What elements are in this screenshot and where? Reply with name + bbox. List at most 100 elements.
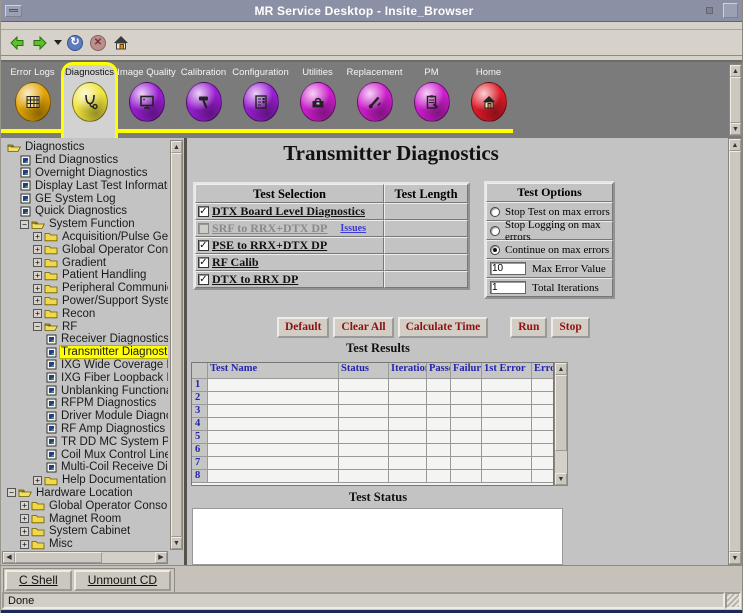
tree-item-help-documentation[interactable]: +Help Documentation	[3, 474, 168, 487]
plus-box-icon[interactable]: +	[20, 540, 29, 549]
tree-item-acquisition-pulse-generat[interactable]: +Acquisition/Pulse Generat	[3, 231, 168, 244]
tab-diagnostics[interactable]: Diagnostics	[61, 62, 118, 138]
checkbox-dtx-board-level-diagnostics[interactable]: ✓	[198, 206, 209, 217]
tree-item-multi-coil-receive-diag[interactable]: Multi-Coil Receive Diag	[3, 461, 168, 474]
plus-box-icon[interactable]: +	[33, 309, 42, 318]
test-link-pse-to-rrx-dtx-dp[interactable]: PSE to RRX+DTX DP	[212, 238, 327, 253]
input-max-error-value[interactable]	[490, 262, 526, 275]
scroll-up-icon[interactable]: ▲	[729, 139, 741, 151]
tree-item-rf[interactable]: −RF	[3, 320, 168, 333]
tree-item-ixg-fiber-loopback-diag[interactable]: IXG Fiber Loopback Diag	[3, 371, 168, 384]
input-total-iterations[interactable]	[490, 281, 526, 294]
tree-horizontal-scrollbar[interactable]: ◀ ▶	[2, 551, 168, 564]
tree-item-global-operator-console[interactable]: +Global Operator Console	[3, 499, 168, 512]
results-scrollbar[interactable]: ▲ ▼	[554, 362, 568, 486]
minus-box-icon[interactable]: −	[33, 322, 42, 331]
tree-item-hardware-location[interactable]: −Hardware Location	[3, 487, 168, 500]
unmount-cd-button[interactable]: Unmount CD	[74, 570, 171, 591]
plus-box-icon[interactable]: +	[33, 245, 42, 254]
test-link-dtx-to-rrx-dp[interactable]: DTX to RRX DP	[212, 272, 298, 287]
scroll-down-icon[interactable]: ▼	[555, 473, 567, 485]
tree-item-diagnostics[interactable]: Diagnostics	[3, 141, 168, 154]
tree-item-peripheral-communication[interactable]: +Peripheral Communication	[3, 282, 168, 295]
checkbox-dtx-to-rrx-dp[interactable]: ✓	[198, 274, 209, 285]
option-continue-on-max-errors[interactable]: Continue on max errors	[486, 240, 613, 259]
tree-item-driver-module-diagnost[interactable]: Driver Module Diagnost	[3, 410, 168, 423]
test-link-srf-to-rrx-dtx-dp[interactable]: SRF to RRX+DTX DP	[212, 221, 327, 236]
tree-item-receiver-diagnostics[interactable]: Receiver Diagnostics	[3, 333, 168, 346]
tab-image-quality[interactable]: Image Quality	[118, 62, 175, 138]
minimize-button[interactable]	[706, 7, 713, 14]
plus-box-icon[interactable]: +	[33, 284, 42, 293]
tree-item-patient-handling[interactable]: +Patient Handling	[3, 269, 168, 282]
tree-item-tr-dd-mc-system-path-i[interactable]: TR DD MC System Path I	[3, 435, 168, 448]
checkbox-rf-calib[interactable]: ✓	[198, 257, 209, 268]
stop-button[interactable]: Stop	[551, 317, 589, 338]
dropdown-caret-icon[interactable]	[54, 40, 62, 45]
default-button[interactable]: Default	[277, 317, 329, 338]
content-scrollbar[interactable]: ▲ ▼	[728, 138, 742, 565]
tree-item-coil-mux-control-lines-f[interactable]: Coil Mux Control Lines F	[3, 448, 168, 461]
tree-item-misc[interactable]: +Misc	[3, 538, 168, 551]
run-button[interactable]: Run	[510, 317, 547, 338]
tab-configuration[interactable]: Configuration	[232, 62, 289, 138]
stop-icon[interactable]: ✕	[89, 34, 107, 52]
c-shell-button[interactable]: C Shell	[5, 570, 72, 591]
tree-item-power-support-systems[interactable]: +Power/Support Systems	[3, 295, 168, 308]
tree-item-gradient[interactable]: +Gradient	[3, 256, 168, 269]
resize-grip-icon[interactable]	[725, 592, 741, 609]
tree-item-display-last-test-informatic[interactable]: Display Last Test Informatic	[3, 179, 168, 192]
tab-replacement[interactable]: Replacement	[346, 62, 403, 138]
radio-stop-test-on-max-errors[interactable]	[490, 207, 500, 217]
test-link-dtx-board-level-diagnostics[interactable]: DTX Board Level Diagnostics	[212, 204, 365, 219]
scroll-down-icon[interactable]: ▼	[171, 537, 182, 549]
tree-item-unblanking-functional-d[interactable]: Unblanking Functional D	[3, 384, 168, 397]
scroll-down-icon[interactable]: ▼	[730, 123, 741, 135]
iconframe-scrollbar[interactable]: ▲ ▼	[729, 64, 742, 136]
tree-item-system-cabinet[interactable]: +System Cabinet	[3, 525, 168, 538]
back-icon[interactable]	[8, 34, 26, 52]
checkbox-srf-to-rrx-dtx-dp[interactable]	[198, 223, 209, 234]
minus-box-icon[interactable]: −	[7, 488, 16, 497]
tree-item-quick-diagnostics[interactable]: Quick Diagnostics	[3, 205, 168, 218]
tree-item-overnight-diagnostics[interactable]: Overnight Diagnostics	[3, 167, 168, 180]
tab-home[interactable]: Home	[460, 62, 517, 138]
tree-item-end-diagnostics[interactable]: End Diagnostics	[3, 154, 168, 167]
refresh-icon[interactable]: ↻	[66, 34, 84, 52]
scroll-down-icon[interactable]: ▼	[729, 552, 741, 564]
radio-continue-on-max-errors[interactable]	[490, 245, 500, 255]
tab-calibration[interactable]: Calibration	[175, 62, 232, 138]
tab-utilities[interactable]: Utilities	[289, 62, 346, 138]
scroll-left-icon[interactable]: ◀	[3, 552, 15, 563]
tree-vertical-scrollbar[interactable]: ▲ ▼	[170, 140, 183, 550]
minus-box-icon[interactable]: −	[20, 220, 29, 229]
tree-item-magnet-room[interactable]: +Magnet Room	[3, 512, 168, 525]
tab-error-logs[interactable]: Error Logs	[4, 62, 61, 138]
scroll-up-icon[interactable]: ▲	[730, 65, 741, 77]
tree-item-rf-amp-diagnostics[interactable]: RF Amp Diagnostics	[3, 423, 168, 436]
forward-icon[interactable]	[31, 34, 49, 52]
tab-pm[interactable]: PM	[403, 62, 460, 138]
scroll-up-icon[interactable]: ▲	[555, 363, 567, 375]
plus-box-icon[interactable]: +	[33, 258, 42, 267]
plus-box-icon[interactable]: +	[20, 527, 29, 536]
window-menu-button[interactable]	[5, 5, 22, 17]
calculate-time-button[interactable]: Calculate Time	[398, 317, 489, 338]
tree-item-ixg-wide-coverage-diag[interactable]: IXG Wide Coverage Diag	[3, 359, 168, 372]
tree-item-global-operator-console[interactable]: +Global Operator Console	[3, 243, 168, 256]
clear-all-button[interactable]: Clear All	[333, 317, 393, 338]
plus-box-icon[interactable]: +	[33, 232, 42, 241]
tree-item-ge-system-log[interactable]: GE System Log	[3, 192, 168, 205]
tree-item-rfpm-diagnostics[interactable]: RFPM Diagnostics	[3, 397, 168, 410]
plus-box-icon[interactable]: +	[33, 296, 42, 305]
radio-stop-logging-on-max-errors[interactable]	[490, 226, 500, 236]
scroll-up-icon[interactable]: ▲	[171, 141, 182, 153]
plus-box-icon[interactable]: +	[33, 271, 42, 280]
maximize-button[interactable]	[723, 3, 738, 18]
test-link-rf-calib[interactable]: RF Calib	[212, 255, 259, 270]
tree-item-recon[interactable]: +Recon	[3, 307, 168, 320]
tree-item-system-function[interactable]: −System Function	[3, 218, 168, 231]
home-icon[interactable]	[112, 34, 130, 52]
plus-box-icon[interactable]: +	[20, 501, 29, 510]
issues-link[interactable]: Issues	[340, 223, 366, 234]
